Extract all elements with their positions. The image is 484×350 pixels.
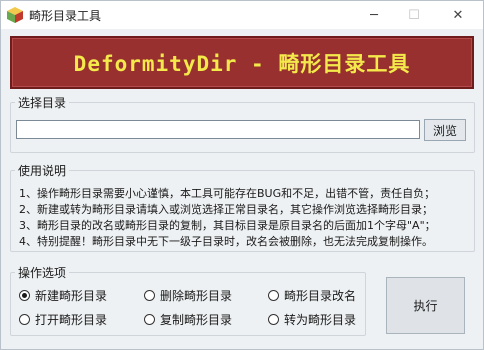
radio-circle[interactable] [268, 290, 279, 301]
radio-rename-deformity-dir[interactable]: 畸形目录改名 [268, 287, 356, 304]
radio-new-deformity-dir[interactable]: 新建畸形目录 [19, 287, 107, 304]
operation-options-group: 操作选项 新建畸形目录 删除畸形目录 畸形目录改名 打开畸形目录 复制畸形目录 … [10, 264, 366, 336]
usage-line-4: 4、特别提醒！畸形目录中无下一级子目录时，改名会被删除，也无法完成复制操作。 [19, 235, 433, 248]
usage-text: 1、操作畸形目录需要小心谨慎，本工具可能存在BUG和不足，出错不管，责任自负； … [19, 186, 475, 250]
browse-button[interactable]: 浏览 [424, 119, 466, 141]
execute-button[interactable]: 执行 [386, 277, 465, 334]
banner-text: DeformityDir - 畸形目录工具 [73, 51, 411, 76]
usage-line-3: 3、畸形目录的改名或畸形目录的复制，其目标目录是原目录名的后面加1个字母"A"； [19, 219, 436, 232]
usage-line-1: 1、操作畸形目录需要小心谨慎，本工具可能存在BUG和不足，出错不管，责任自负； [19, 187, 436, 200]
cube-icon [6, 6, 24, 24]
window-title: 畸形目录工具 [29, 9, 102, 23]
usage-legend: 使用说明 [15, 162, 70, 179]
minimize-button[interactable]: ─ [357, 3, 391, 27]
radio-circle[interactable] [144, 290, 155, 301]
radio-delete-deformity-dir[interactable]: 删除畸形目录 [144, 287, 232, 304]
radio-circle[interactable] [19, 290, 30, 301]
radio-circle[interactable] [144, 314, 155, 325]
radio-label: 畸形目录改名 [284, 289, 357, 303]
close-button[interactable]: ✕ [441, 3, 475, 27]
radio-copy-deformity-dir[interactable]: 复制畸形目录 [144, 311, 232, 328]
operation-options-legend: 操作选项 [15, 264, 70, 281]
usage-instructions-group: 使用说明 1、操作畸形目录需要小心谨慎，本工具可能存在BUG和不足，出错不管，责… [10, 162, 475, 252]
radio-circle[interactable] [19, 314, 30, 325]
maximize-button[interactable]: ☐ [397, 3, 431, 27]
radio-open-deformity-dir[interactable]: 打开畸形目录 [19, 311, 107, 328]
select-directory-group: 选择目录 浏览 [10, 94, 475, 153]
radio-label: 新建畸形目录 [35, 289, 108, 303]
radio-convert-to-deformity-dir[interactable]: 转为畸形目录 [268, 311, 356, 328]
directory-input[interactable] [16, 120, 420, 139]
usage-line-2: 2、新建或转为畸形目录请填入或浏览选择正常目录名，其它操作浏览选择畸形目录； [19, 203, 433, 216]
radio-label: 删除畸形目录 [160, 289, 233, 303]
title-banner: DeformityDir - 畸形目录工具 [10, 36, 474, 89]
radio-circle[interactable] [268, 314, 279, 325]
radio-label: 转为畸形目录 [284, 313, 357, 327]
radio-label: 复制畸形目录 [160, 313, 233, 327]
title-bar: 畸形目录工具 ─ ☐ ✕ [1, 1, 483, 29]
app-window: 畸形目录工具 ─ ☐ ✕ DeformityDir - 畸形目录工具 选择目录 … [0, 0, 484, 350]
select-directory-legend: 选择目录 [15, 94, 70, 111]
radio-label: 打开畸形目录 [35, 313, 108, 327]
